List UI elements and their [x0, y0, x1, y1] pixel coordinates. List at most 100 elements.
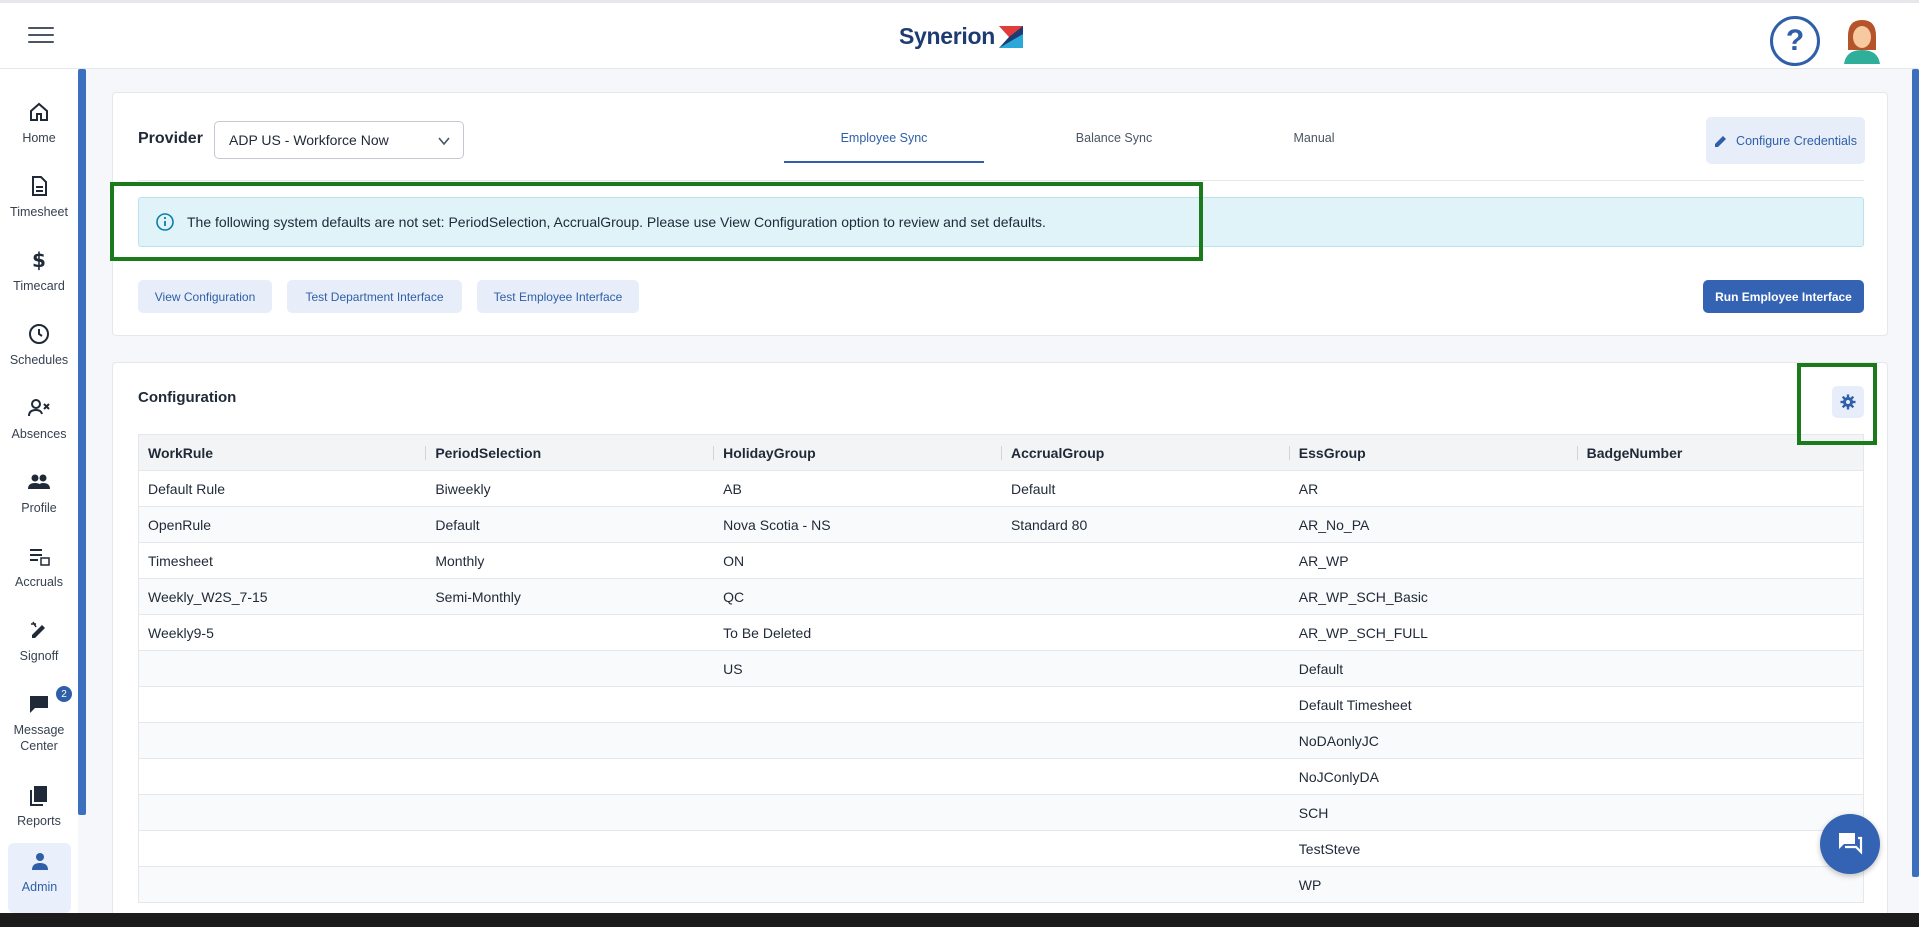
view-configuration-button[interactable]: View Configuration [138, 280, 272, 313]
table-cell: Default Rule [138, 470, 427, 507]
table-cell [1001, 542, 1290, 579]
table-row: Weekly9-5 To Be Deleted AR_WP_SCH_FULL [138, 614, 1864, 651]
column-header[interactable]: HolidayGroup [714, 434, 1002, 471]
table-cell [714, 794, 1002, 831]
sidebar-scrollbar[interactable] [78, 69, 86, 815]
tabs-divider [138, 180, 1864, 181]
message-icon [30, 696, 48, 713]
chat-button[interactable] [1820, 814, 1880, 874]
table-cell: TestSteve [1289, 830, 1578, 867]
table-cell: AR_No_PA [1289, 506, 1578, 543]
signoff-icon [31, 621, 45, 638]
tab-manual[interactable]: Manual [1234, 131, 1394, 145]
table-cell [1577, 506, 1864, 543]
table-cell: AR [1289, 470, 1578, 507]
sidebar-item-reports[interactable]: Reports [0, 777, 78, 847]
table-cell [138, 866, 427, 903]
alert-highlight-box [110, 182, 1203, 261]
table-cell [1577, 686, 1864, 723]
sidebar-item-admin[interactable]: Admin [8, 843, 71, 913]
provider-select[interactable]: ADP US - Workforce Now [214, 121, 464, 159]
table-cell [1577, 866, 1864, 903]
table-cell [1001, 614, 1290, 651]
table-cell: QC [714, 578, 1002, 615]
sidebar-item-message-center[interactable]: Message Center 2 [0, 686, 78, 756]
table-cell: Default Timesheet [1289, 686, 1578, 723]
table-cell [426, 650, 715, 687]
table-cell: Standard 80 [1001, 506, 1290, 543]
table-cell [426, 722, 715, 759]
table-cell [138, 722, 427, 759]
configuration-table: WorkRule PeriodSelection HolidayGroup Accru… [138, 434, 1864, 903]
people-icon [28, 474, 50, 489]
table-cell: SCH [1289, 794, 1578, 831]
table-row: Timesheet Monthly ON AR_WP [138, 542, 1864, 579]
user-avatar[interactable] [1838, 16, 1886, 64]
table-cell: AR_WP [1289, 542, 1578, 579]
column-header[interactable]: WorkRule [138, 434, 427, 471]
admin-person-icon [31, 853, 48, 870]
table-row: TestSteve [138, 830, 1864, 867]
tab-balance-sync[interactable]: Balance Sync [1034, 131, 1194, 145]
table-header-row: WorkRule PeriodSelection HolidayGroup Accru… [138, 434, 1864, 471]
table-cell: OpenRule [138, 506, 427, 543]
column-header[interactable]: EssGroup [1289, 434, 1578, 471]
document-icon [32, 176, 47, 196]
column-header[interactable]: AccrualGroup [1001, 434, 1290, 471]
table-cell [138, 830, 427, 867]
table-cell [426, 686, 715, 723]
table-cell: Timesheet [138, 542, 427, 579]
message-count-badge: 2 [56, 686, 72, 702]
table-cell: ON [714, 542, 1002, 579]
configuration-title: Configuration [138, 389, 237, 406]
table-cell [138, 758, 427, 795]
table-cell [714, 830, 1002, 867]
sidebar-item-timecard[interactable]: $ Timecard [0, 242, 78, 312]
home-icon [30, 102, 48, 121]
page-scrollbar[interactable] [1912, 69, 1919, 877]
clock-icon [29, 324, 49, 344]
sidebar-item-profile[interactable]: Profile [0, 464, 78, 534]
table-cell [1001, 758, 1290, 795]
configure-credentials-button[interactable]: Configure Credentials [1706, 117, 1865, 164]
sidebar-item-timesheet[interactable]: Timesheet [0, 168, 78, 238]
provider-selected-value: ADP US - Workforce Now [229, 132, 389, 148]
table-cell: Monthly [426, 542, 715, 579]
sidebar-item-home[interactable]: Home [0, 94, 78, 164]
table-cell [1001, 722, 1290, 759]
sidebar-item-accruals[interactable]: Accruals [0, 538, 78, 608]
table-cell [1001, 578, 1290, 615]
run-employee-interface-button[interactable]: Run Employee Interface [1703, 280, 1864, 313]
sidebar-item-schedules[interactable]: Schedules [0, 316, 78, 386]
column-header[interactable]: PeriodSelection [426, 434, 715, 471]
table-cell [138, 650, 427, 687]
table-cell [426, 614, 715, 651]
person-x-icon [28, 399, 50, 417]
menu-icon[interactable] [28, 27, 54, 45]
table-cell: AR_WP_SCH_FULL [1289, 614, 1578, 651]
svg-text:$: $ [32, 248, 46, 272]
table-cell [1577, 614, 1864, 651]
reports-icon [30, 786, 47, 806]
gear-highlight-box [1797, 363, 1877, 445]
table-row: SCH [138, 794, 1864, 831]
table-cell: Default [1001, 470, 1290, 507]
sidebar-item-signoff[interactable]: Signoff [0, 612, 78, 682]
table-cell: Semi-Monthly [426, 578, 715, 615]
table-cell: To Be Deleted [714, 614, 1002, 651]
table-cell [1001, 830, 1290, 867]
test-employee-interface-button[interactable]: Test Employee Interface [477, 280, 639, 313]
chat-icon [1839, 833, 1863, 855]
top-bar: Synerion ? [0, 0, 1919, 69]
tab-employee-sync[interactable]: Employee Sync [784, 131, 984, 145]
table-cell [714, 866, 1002, 903]
test-department-interface-button[interactable]: Test Department Interface [287, 280, 462, 313]
help-button[interactable]: ? [1770, 16, 1820, 66]
synerion-logo: Synerion [899, 23, 1024, 50]
sidebar-item-absences[interactable]: Absences [0, 390, 78, 460]
table-cell [426, 758, 715, 795]
table-cell: NoDAonlyJC [1289, 722, 1578, 759]
table-cell [1001, 866, 1290, 903]
table-cell [1577, 650, 1864, 687]
table-cell: AB [714, 470, 1002, 507]
